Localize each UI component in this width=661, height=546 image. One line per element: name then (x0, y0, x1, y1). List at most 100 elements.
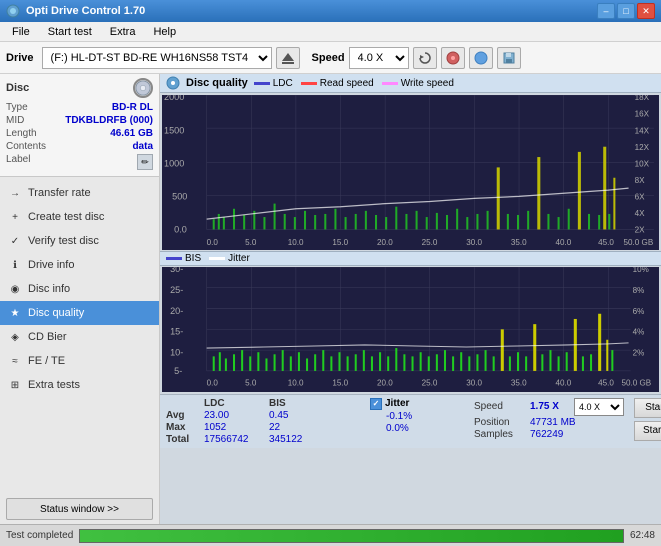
window-controls: – □ ✕ (597, 3, 655, 19)
samples-key: Samples (474, 429, 526, 440)
svg-text:2000: 2000 (164, 95, 184, 102)
svg-text:15.0: 15.0 (332, 238, 348, 247)
status-window-button[interactable]: Status window >> (6, 498, 153, 520)
avg-label: Avg (166, 410, 204, 421)
svg-text:0.0: 0.0 (207, 238, 219, 247)
cd-bier-icon: ◈ (8, 330, 22, 344)
action-buttons: Start full Start part (634, 398, 661, 441)
drive-select[interactable]: (F:) HL-DT-ST BD-RE WH16NS58 TST4 (42, 47, 272, 69)
start-full-button[interactable]: Start full (634, 398, 661, 418)
disc-button[interactable] (441, 47, 465, 69)
minimize-button[interactable]: – (597, 3, 615, 19)
refresh-button[interactable] (413, 47, 437, 69)
position-val: 47731 MB (530, 417, 600, 428)
svg-text:5.0: 5.0 (245, 238, 257, 247)
legend-bis: BIS (166, 253, 201, 264)
sidebar-item-cd-bier[interactable]: ◈ CD Bier (0, 325, 159, 349)
sidebar-item-verify-test-disc[interactable]: ✓ Verify test disc (0, 229, 159, 253)
extra-tests-label: Extra tests (28, 379, 80, 391)
jitter-label: Jitter (385, 398, 409, 409)
chart-legend: LDC Read speed Write speed (254, 78, 454, 89)
svg-text:18X: 18X (635, 95, 650, 102)
sidebar-item-extra-tests[interactable]: ⊞ Extra tests (0, 373, 159, 397)
max-label: Max (166, 422, 204, 433)
svg-text:20.0: 20.0 (377, 379, 393, 388)
save-button[interactable] (497, 47, 521, 69)
total-ldc: 17566742 (204, 434, 269, 445)
disc-label-row: Label ✏ (6, 154, 153, 170)
menu-extra[interactable]: Extra (102, 24, 144, 40)
svg-text:10.0: 10.0 (288, 238, 304, 247)
main-area: Disc Type BD-R DL MID TDKBLDRFB (000) Le… (0, 74, 661, 524)
menu-file[interactable]: File (4, 24, 38, 40)
start-part-button[interactable]: Start part (634, 421, 661, 441)
time-display: 62:48 (630, 530, 655, 541)
max-bis: 22 (269, 422, 324, 433)
disc-length-row: Length 46.61 GB (6, 128, 153, 139)
speed-select[interactable]: 4.0 X (349, 47, 409, 69)
bis-header: BIS (269, 398, 324, 409)
menu-help[interactable]: Help (145, 24, 184, 40)
speed-dropdown[interactable]: 4.0 X (574, 398, 624, 416)
svg-text:25.0: 25.0 (422, 379, 438, 388)
eject-button[interactable] (276, 47, 300, 69)
disc-section-title: Disc (6, 82, 29, 94)
svg-text:2%: 2% (633, 348, 645, 357)
drive-info-icon: ℹ (8, 258, 22, 272)
progress-bar-area: Test completed 62:48 (0, 524, 661, 546)
title-bar: Opti Drive Control 1.70 – □ ✕ (0, 0, 661, 22)
svg-text:500: 500 (172, 191, 187, 201)
svg-text:5-: 5- (174, 366, 182, 376)
sidebar-item-disc-quality[interactable]: ★ Disc quality (0, 301, 159, 325)
status-text: Test completed (6, 530, 73, 541)
sidebar-item-create-test-disc[interactable]: + Create test disc (0, 205, 159, 229)
progress-bar-fill (80, 530, 623, 542)
disc-icon (133, 78, 153, 98)
sidebar-nav: → Transfer rate + Create test disc ✓ Ver… (0, 177, 159, 494)
contents-value: data (132, 141, 153, 152)
svg-text:25-: 25- (170, 285, 183, 295)
analyze-button[interactable] (469, 47, 493, 69)
disc-quality-icon: ★ (8, 306, 22, 320)
close-button[interactable]: ✕ (637, 3, 655, 19)
sidebar-item-transfer-rate[interactable]: → Transfer rate (0, 181, 159, 205)
chart-main-title: Disc quality (186, 77, 248, 89)
window-title: Opti Drive Control 1.70 (26, 5, 145, 17)
create-test-disc-label: Create test disc (28, 211, 104, 223)
upper-chart: 2000 1500 1000 500 0.0 18X 16X 14X 12X 1… (162, 95, 659, 250)
legend-jitter: Jitter (209, 253, 250, 264)
svg-text:25.0: 25.0 (422, 238, 438, 247)
svg-text:10-: 10- (170, 347, 183, 357)
sidebar-item-fe-te[interactable]: ≈ FE / TE (0, 349, 159, 373)
maximize-button[interactable]: □ (617, 3, 635, 19)
verify-test-disc-label: Verify test disc (28, 235, 99, 247)
verify-test-disc-icon: ✓ (8, 234, 22, 248)
svg-text:35.0: 35.0 (511, 379, 527, 388)
chart-title-bar: Disc quality LDC Read speed Write speed (160, 74, 661, 93)
svg-text:14X: 14X (635, 126, 650, 135)
jitter-checkbox[interactable]: ✓ (370, 398, 382, 410)
menu-start-test[interactable]: Start test (40, 24, 100, 40)
svg-text:45.0: 45.0 (598, 379, 614, 388)
svg-text:30.0: 30.0 (466, 238, 482, 247)
svg-text:30.0: 30.0 (466, 379, 482, 388)
total-label: Total (166, 434, 204, 445)
type-value: BD-R DL (112, 102, 153, 113)
svg-text:2X: 2X (635, 225, 645, 234)
label-edit-icon[interactable]: ✏ (137, 154, 153, 170)
lower-chart: 30- 25- 20- 15- 10- 5- 10% 8% 6% 4% 2% 0… (162, 267, 659, 392)
speed-key: Speed (474, 401, 526, 412)
type-label: Type (6, 102, 28, 113)
progress-bar (79, 529, 624, 543)
sidebar-item-drive-info[interactable]: ℹ Drive info (0, 253, 159, 277)
toolbar: Drive (F:) HL-DT-ST BD-RE WH16NS58 TST4 … (0, 42, 661, 74)
svg-text:10.0: 10.0 (288, 379, 304, 388)
lower-chart-svg: 30- 25- 20- 15- 10- 5- 10% 8% 6% 4% 2% 0… (162, 267, 659, 392)
drive-label: Drive (6, 52, 34, 64)
disc-info-icon: ◉ (8, 282, 22, 296)
create-test-disc-icon: + (8, 210, 22, 224)
sidebar-item-disc-info[interactable]: ◉ Disc info (0, 277, 159, 301)
avg-ldc: 23.00 (204, 410, 269, 421)
sidebar: Disc Type BD-R DL MID TDKBLDRFB (000) Le… (0, 74, 160, 524)
disc-info-label: Disc info (28, 283, 70, 295)
